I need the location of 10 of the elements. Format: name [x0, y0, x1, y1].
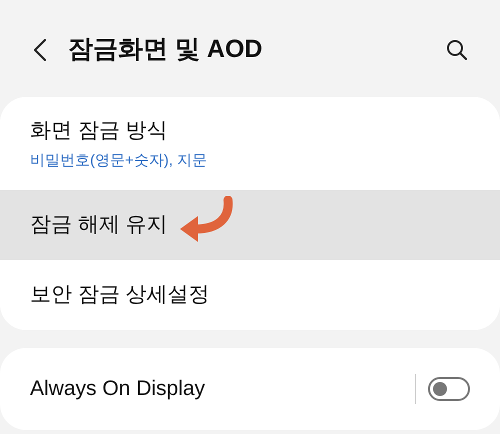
toggle-switch[interactable] — [428, 377, 470, 401]
item-title: Always On Display — [30, 376, 206, 402]
page-title: 잠금화면 및 AOD — [68, 34, 262, 65]
item-title: 보안 잠금 상세설정 — [30, 282, 210, 308]
item-title: 잠금 해제 유지 — [30, 212, 168, 238]
item-title: 화면 잠금 방식 — [30, 118, 168, 144]
item-subtitle: 비밀번호(영문+숫자), 지문 — [30, 151, 208, 171]
search-icon — [446, 38, 468, 60]
back-icon — [33, 38, 47, 62]
settings-item[interactable]: 잠금 해제 유지 — [0, 190, 500, 260]
